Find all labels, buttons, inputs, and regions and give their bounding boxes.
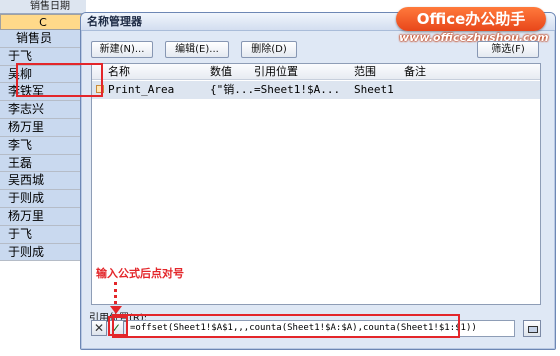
cell[interactable]: 于则成 [0,243,86,262]
row-ref: =Sheet1!$A... [254,83,341,96]
edit-button[interactable]: 编辑(E)... [165,41,229,58]
list-item[interactable]: Print_Area {"销... =Sheet1!$A... Sheet1 [92,81,540,99]
column-header-comment[interactable]: 备注 [404,64,426,80]
filter-button[interactable]: 筛选(F) [477,41,539,58]
brand-logo: Office办公助手 [396,7,546,31]
delete-button[interactable]: 删除(D) [241,41,297,58]
cell[interactable]: 杨万里 [0,118,86,137]
cell[interactable]: 杨万里 [0,207,86,226]
column-header-ref[interactable]: 引用位置 [254,64,298,80]
name-manager-dialog: 名称管理器 Office办公助手 www.officezhushou.com 新… [80,7,556,350]
annotation-text: 输入公式后点对号 [96,267,184,280]
cell[interactable]: 李志兴 [0,101,86,119]
highlight-formula-box [112,314,460,338]
names-list-header: 名称 数值 引用位置 范围 备注 [92,64,540,80]
cancel-icon[interactable]: ✕ [91,320,107,336]
cell[interactable]: 李飞 [0,136,86,155]
new-button[interactable]: 新建(N)... [91,41,153,58]
cell[interactable]: 于则成 [0,190,86,208]
row-value: {"销... [210,83,255,96]
row-name: Print_Area [108,83,175,96]
collapse-dialog-icon[interactable] [523,320,541,337]
cell[interactable]: 王磊 [0,154,86,173]
column-header-c[interactable]: C [0,14,86,30]
column-header-name[interactable]: 名称 [108,64,130,80]
cell[interactable]: 于飞 [0,225,86,244]
row-scope: Sheet1 [354,83,394,96]
annotation-arrow-head [110,306,122,314]
highlight-name-box [16,63,103,97]
cell-header[interactable]: 销售员 [0,30,86,48]
cell[interactable]: 吴西城 [0,172,86,191]
column-header-value[interactable]: 数值 [210,64,232,80]
sheet-top-label: 销售日期 [0,0,86,14]
column-header-scope[interactable]: 范围 [354,64,376,80]
